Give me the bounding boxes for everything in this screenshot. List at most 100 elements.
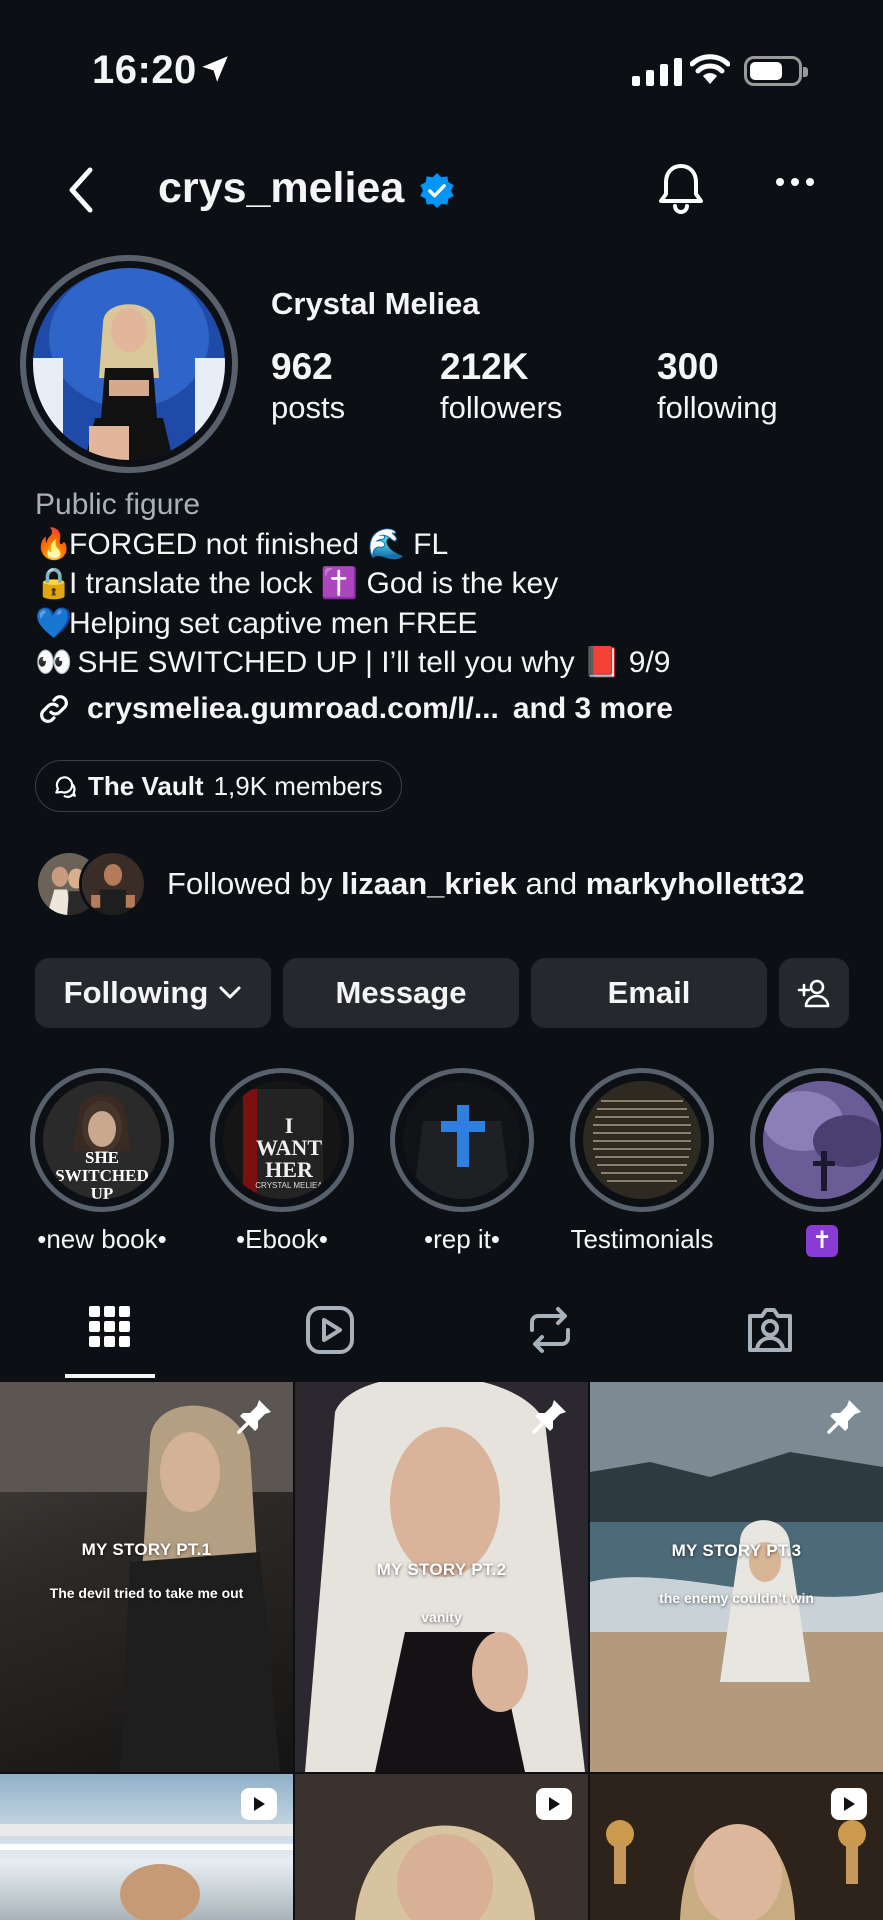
grid-post[interactable] <box>590 1774 883 1920</box>
highlight-rep-it[interactable]: •rep it• <box>390 1068 534 1255</box>
post-title: MY STORY PT.1 <box>81 1540 212 1559</box>
link-more[interactable]: and 3 more <box>513 692 673 726</box>
reel-icon <box>241 1788 277 1820</box>
bio: Public figure 🔥FORGED not finished 🌊 FL … <box>35 485 670 683</box>
blue-heart-icon: 💙 <box>35 606 73 640</box>
avatar-photo <box>33 268 225 460</box>
eyes-icon: 👀 <box>35 646 73 679</box>
bio-line: 🔥FORGED not finished 🌊 FL <box>35 525 670 565</box>
status-bar: 16:20 <box>0 0 883 130</box>
grid-post[interactable]: MY STORY PT.2 vanity <box>295 1382 588 1772</box>
add-user-icon <box>797 979 830 1008</box>
highlight-label: Testimonials <box>570 1224 714 1254</box>
link-url[interactable]: crysmeliea.gumroad.com/l/... <box>87 692 499 726</box>
posts-label: posts <box>271 390 346 425</box>
following-label: following <box>657 390 778 425</box>
pin-icon <box>237 1400 271 1434</box>
grid-post[interactable] <box>0 1774 293 1920</box>
message-button[interactable]: Message <box>283 958 519 1028</box>
post-title: MY STORY PT.3 <box>671 1541 802 1560</box>
highlight-cover-text: SHE SWITCHED UP <box>55 1148 149 1200</box>
more-options-icon[interactable] <box>776 178 814 186</box>
highlight-cover <box>403 1081 521 1199</box>
highlight-ebook[interactable]: I WANT HER CRYSTAL MELIEA •Ebook• <box>210 1068 354 1255</box>
channel-members: 1,9K members <box>213 770 383 801</box>
wifi-icon <box>690 54 730 84</box>
grid-icon <box>89 1306 130 1347</box>
grid-post[interactable]: MY STORY PT.1 The devil tried to take me… <box>0 1382 293 1772</box>
tab-reels[interactable] <box>220 1300 440 1380</box>
profile-avatar[interactable] <box>20 255 238 473</box>
message-button-label: Message <box>335 975 467 1010</box>
posts-stat[interactable]: 962 posts <box>271 345 345 427</box>
post-subtitle: the enemy couldn’t win <box>659 1590 814 1606</box>
bio-line-text: SHE SWITCHED UP | I’ll tell you why 📕 9/… <box>69 646 671 679</box>
email-button-label: Email <box>607 975 691 1010</box>
follower-username[interactable]: lizaan_kriek <box>341 866 517 901</box>
followed-by-and: and <box>516 866 586 901</box>
tab-posts-grid[interactable] <box>0 1300 220 1380</box>
posts-count: 962 <box>271 346 333 387</box>
tab-tagged[interactable] <box>660 1300 880 1380</box>
chevron-down-icon <box>219 986 241 999</box>
highlight-label: •Ebook• <box>236 1224 328 1254</box>
follower-username[interactable]: markyhollett32 <box>586 866 805 901</box>
profile-actions: Following Message Email <box>35 958 849 1028</box>
following-stat[interactable]: 300 following <box>657 345 778 427</box>
repost-icon <box>530 1307 570 1353</box>
full-name: Crystal Meliea <box>271 286 480 321</box>
fire-icon: 🔥 <box>35 527 73 561</box>
following-button-label: Following <box>63 975 209 1010</box>
avatar <box>79 850 147 918</box>
bio-line: 👀 SHE SWITCHED UP | I’ll tell you why 📕 … <box>35 643 670 683</box>
status-time: 16:20 <box>92 48 197 92</box>
post-title: MY STORY PT.2 <box>376 1560 507 1579</box>
grid-post[interactable] <box>295 1774 588 1920</box>
highlight-cover <box>583 1081 701 1199</box>
reel-icon <box>536 1788 572 1820</box>
followed-by[interactable]: Followed by lizaan_kriek and markyhollet… <box>35 850 805 918</box>
following-button[interactable]: Following <box>35 958 271 1028</box>
followed-by-text: Followed by lizaan_kriek and markyhollet… <box>167 866 805 902</box>
followers-stat[interactable]: 212K followers <box>440 345 562 427</box>
verified-badge-icon <box>420 172 454 209</box>
grid-post[interactable]: MY STORY PT.3 the enemy couldn’t win <box>590 1382 883 1772</box>
username-title: crys_meliea <box>158 164 405 212</box>
broadcast-channel-chip[interactable]: The Vault 1,9K members <box>35 760 402 812</box>
followers-count: 212K <box>440 346 529 387</box>
highlight-label: •new book• <box>37 1224 167 1254</box>
bio-line: 🔒I translate the lock ✝️ God is the key <box>35 564 670 604</box>
highlight-testimonials[interactable]: Testimonials <box>570 1068 714 1255</box>
bio-link[interactable]: crysmeliea.gumroad.com/l/... and 3 more <box>35 690 673 728</box>
highlight-cover: I WANT HER CRYSTAL MELIEA <box>223 1081 341 1199</box>
tab-reposts[interactable] <box>440 1300 660 1380</box>
highlight-label: •rep it• <box>423 1224 500 1254</box>
channel-name: The Vault <box>88 770 204 801</box>
post-subtitle: The devil tried to take me out <box>49 1585 244 1601</box>
post-subtitle: vanity <box>421 1609 462 1625</box>
highlight-cross[interactable]: ✝ <box>750 1068 883 1257</box>
highlight-cover: SHE SWITCHED UP <box>43 1081 161 1199</box>
pin-icon <box>827 1400 861 1434</box>
bio-line-text: I translate the lock ✝️ God is the key <box>69 567 559 600</box>
highlight-label: ✝ <box>750 1224 883 1257</box>
back-icon[interactable] <box>60 162 102 218</box>
highlight-cover <box>763 1081 881 1199</box>
highlight-cover-author: CRYSTAL MELIEA <box>255 1181 323 1190</box>
reel-icon <box>831 1788 867 1820</box>
cellular-signal-icon <box>632 56 682 86</box>
followed-by-prefix: Followed by <box>167 866 342 901</box>
highlight-new-book[interactable]: SHE SWITCHED UP •new book• <box>30 1068 174 1255</box>
bio-line-text: Helping set captive men FREE <box>69 606 478 640</box>
bio-line: 💙Helping set captive men FREE <box>35 604 670 644</box>
tagged-user-icon <box>748 1308 792 1352</box>
reels-icon <box>306 1306 354 1354</box>
email-button[interactable]: Email <box>531 958 767 1028</box>
posts-grid: MY STORY PT.1 The devil tried to take me… <box>0 1382 883 1920</box>
location-arrow-icon <box>202 56 228 82</box>
link-icon <box>40 695 68 723</box>
following-count: 300 <box>657 346 719 387</box>
story-highlights: SHE SWITCHED UP •new book• I WANT HER CR… <box>0 1068 883 1258</box>
suggested-users-button[interactable] <box>779 958 849 1028</box>
bell-icon[interactable] <box>656 160 706 216</box>
